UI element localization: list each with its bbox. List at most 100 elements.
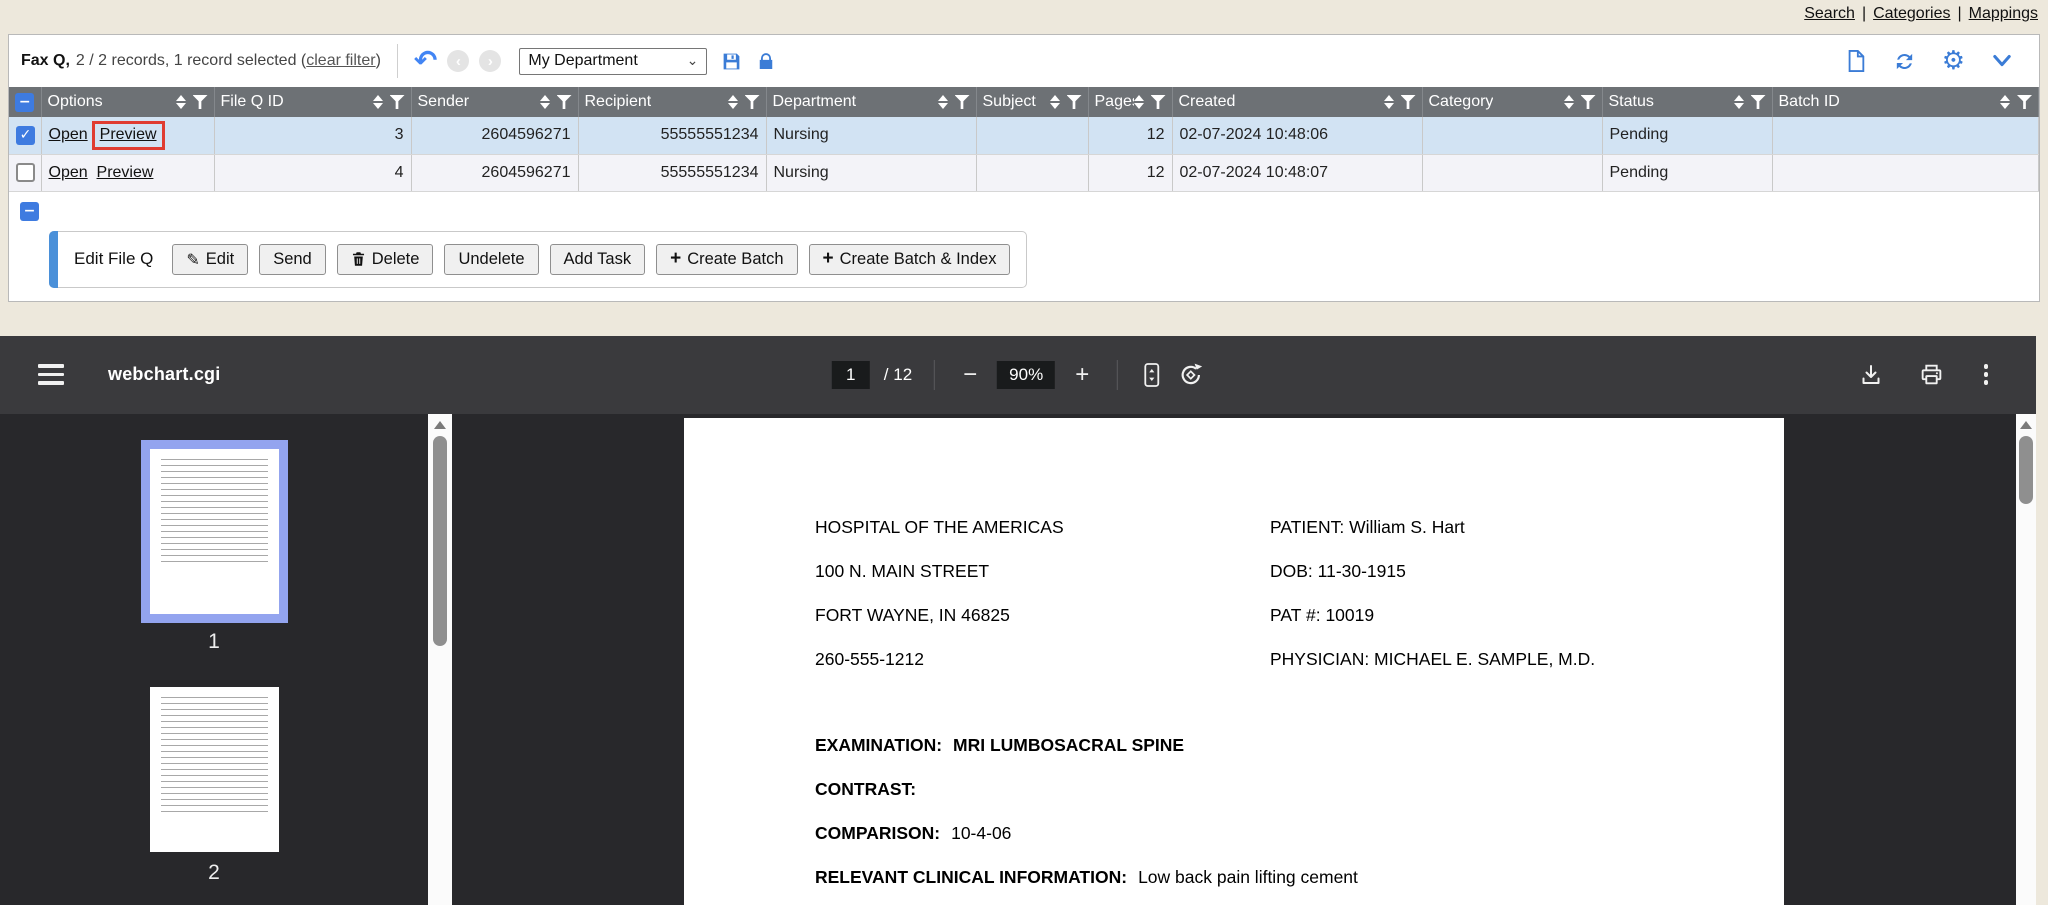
nav-forward-icon[interactable]: › [479, 50, 501, 72]
open-link[interactable]: Open [49, 164, 88, 181]
lock-icon[interactable] [756, 51, 776, 72]
sort-icon[interactable] [1384, 95, 1394, 109]
preview-link[interactable]: Preview [100, 126, 157, 143]
search-link[interactable]: Search [1804, 5, 1855, 23]
col-header-options[interactable]: Options [41, 87, 214, 117]
edit-button[interactable]: ✎Edit [172, 244, 248, 275]
filter-icon[interactable] [1581, 95, 1596, 109]
sort-icon[interactable] [1050, 95, 1060, 109]
sort-icon[interactable] [540, 95, 550, 109]
zoom-level[interactable]: 90% [997, 361, 1055, 389]
sort-icon[interactable] [1564, 95, 1574, 109]
fax-queue-panel: Fax Q, 2 / 2 records, 1 record selected … [8, 34, 2040, 302]
scroll-up-icon[interactable] [434, 421, 446, 429]
col-header-status[interactable]: Status [1602, 87, 1772, 117]
filter-icon[interactable] [1751, 95, 1766, 109]
clear-filter-link[interactable]: clear filter [306, 52, 375, 69]
scroll-up-icon[interactable] [2020, 421, 2032, 429]
col-header-pages[interactable]: Pages [1088, 87, 1172, 117]
col-header-created[interactable]: Created [1172, 87, 1422, 117]
rotate-icon[interactable] [1178, 362, 1204, 388]
doc-sections: EXAMINATION:MRI LUMBOSACRAL SPINE CONTRA… [815, 724, 1784, 900]
sort-icon[interactable] [2000, 95, 2010, 109]
filter-icon[interactable] [557, 95, 572, 109]
mappings-link[interactable]: Mappings [1969, 5, 2038, 23]
menu-icon[interactable] [38, 364, 64, 385]
preview-link[interactable]: Preview [97, 164, 154, 181]
thumbnail-page-1[interactable] [141, 440, 288, 623]
gear-icon[interactable]: ⚙ [1942, 48, 1965, 74]
action-bar: Edit File Q ✎Edit Send Delete Undelete A… [49, 231, 1027, 288]
sort-icon[interactable] [176, 95, 186, 109]
sort-icon[interactable] [1134, 95, 1144, 109]
pdf-toolbar-right [1859, 362, 2037, 387]
cell-subject [976, 154, 1088, 191]
zoom-in-button[interactable]: + [1069, 363, 1095, 387]
trash-icon [351, 251, 366, 267]
filter-icon[interactable] [955, 95, 970, 109]
collapse-selection-checkbox[interactable]: − [20, 202, 39, 221]
row-checkbox-checked[interactable]: ✓ [16, 126, 35, 145]
sort-icon[interactable] [728, 95, 738, 109]
sort-icon[interactable] [373, 95, 383, 109]
doc-facility-line: FORT WAYNE, IN 46825 [815, 605, 1270, 626]
kebab-menu-icon[interactable] [1980, 362, 1993, 387]
filter-icon[interactable] [2017, 95, 2032, 109]
create-batch-index-button-label: Create Batch & Index [840, 250, 997, 269]
print-icon[interactable] [1919, 362, 1944, 387]
col-header-subject[interactable]: Subject [976, 87, 1088, 117]
thumbnail-scrollbar[interactable] [428, 414, 452, 905]
refresh-icon[interactable] [1893, 50, 1916, 73]
scrollbar-thumb[interactable] [2019, 436, 2033, 504]
cell-recipient: 55555551234 [578, 117, 766, 154]
edit-button-label: Edit [206, 250, 234, 269]
department-select[interactable]: My Department ⌄ [519, 48, 707, 75]
send-button[interactable]: Send [259, 244, 326, 275]
document-page: HOSPITAL OF THE AMERICASPATIENT: William… [684, 418, 1784, 905]
filter-icon[interactable] [1401, 95, 1416, 109]
scrollbar-thumb[interactable] [433, 436, 447, 646]
categories-link[interactable]: Categories [1873, 5, 1950, 23]
zoom-out-button[interactable]: − [957, 363, 983, 387]
add-task-button[interactable]: Add Task [550, 244, 646, 275]
delete-button[interactable]: Delete [337, 244, 434, 275]
col-label: Options [48, 93, 103, 111]
chevron-down-icon[interactable] [1991, 52, 2013, 70]
undelete-button[interactable]: Undelete [444, 244, 538, 275]
download-icon[interactable] [1859, 363, 1883, 387]
undo-icon[interactable]: ↶ [414, 47, 437, 75]
col-header-batch-id[interactable]: Batch ID [1772, 87, 2039, 117]
col-header-file-q-id[interactable]: File Q ID [214, 87, 411, 117]
new-document-icon[interactable] [1845, 49, 1867, 73]
sort-icon[interactable] [938, 95, 948, 109]
thumbnail-page-2[interactable] [150, 687, 279, 852]
toolbar-divider [1117, 360, 1118, 390]
toolbar-divider [934, 360, 935, 390]
row-checkbox-unchecked[interactable] [16, 163, 35, 182]
col-header-sender[interactable]: Sender [411, 87, 578, 117]
save-icon[interactable] [721, 51, 742, 72]
create-batch-button[interactable]: +Create Batch [656, 244, 797, 275]
filter-icon[interactable] [1067, 95, 1082, 109]
pdf-page-controls: 1 / 12 − 90% + [832, 360, 1204, 390]
document-scrollbar[interactable] [2016, 414, 2036, 905]
open-link[interactable]: Open [49, 126, 88, 143]
filter-icon[interactable] [1151, 95, 1166, 109]
col-header-recipient[interactable]: Recipient [578, 87, 766, 117]
nav-back-icon[interactable]: ‹ [447, 50, 469, 72]
filter-icon[interactable] [390, 95, 405, 109]
cell-recipient: 55555551234 [578, 154, 766, 191]
col-label: File Q ID [221, 93, 284, 111]
filter-icon[interactable] [193, 95, 208, 109]
select-all-checkbox[interactable]: − [15, 93, 34, 112]
thumbnail-label: 1 [208, 629, 220, 655]
col-header-category[interactable]: Category [1422, 87, 1602, 117]
filter-icon[interactable] [745, 95, 760, 109]
page-number-input[interactable]: 1 [832, 361, 870, 389]
create-batch-index-button[interactable]: +Create Batch & Index [809, 244, 1011, 275]
col-header-department[interactable]: Department [766, 87, 976, 117]
fit-page-icon[interactable] [1140, 361, 1164, 389]
sort-icon[interactable] [1734, 95, 1744, 109]
col-label: Pages [1095, 93, 1134, 111]
pdf-toolbar: webchart.cgi 1 / 12 − 90% + [0, 336, 2036, 414]
